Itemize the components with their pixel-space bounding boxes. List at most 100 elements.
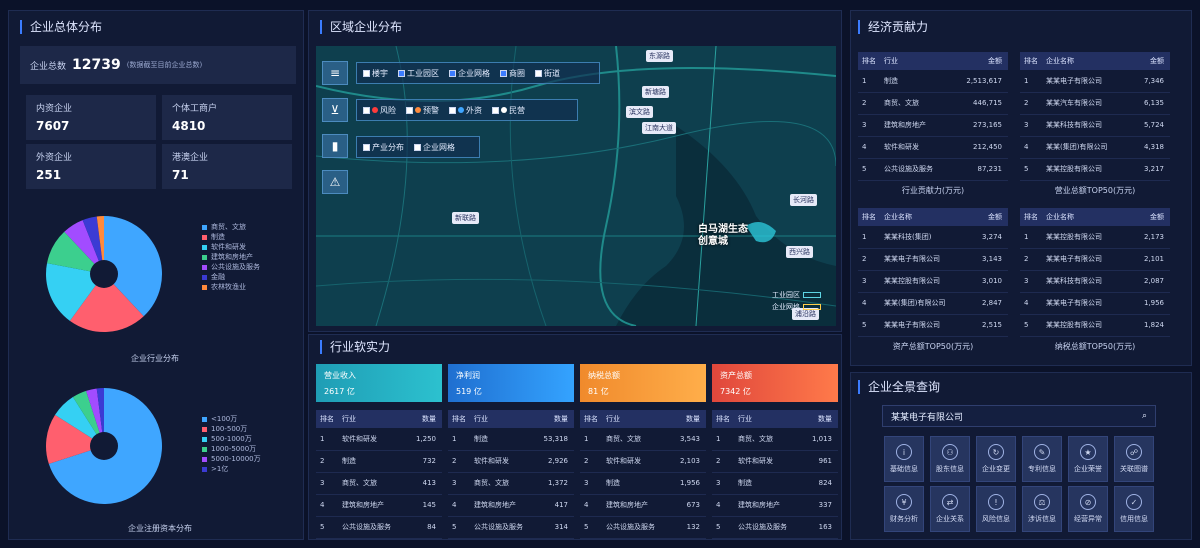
layer-business-district[interactable]: 商圈: [500, 68, 525, 79]
chart-icon[interactable]: ▮: [322, 134, 348, 158]
table-row[interactable]: 3 某某科技有限公司 5,724: [1020, 114, 1170, 137]
table-row[interactable]: 3 商贸、文旅 413: [316, 472, 442, 495]
layer-enterprise-grid[interactable]: 企业网格: [449, 68, 490, 79]
table-row[interactable]: 4 某某电子有限公司 1,956: [1020, 292, 1170, 315]
stat-industry-distribution[interactable]: 产业分布: [363, 142, 404, 153]
checkbox[interactable]: [449, 106, 456, 114]
checkbox[interactable]: [406, 106, 413, 114]
region-map[interactable]: 东源路 新塘路 滨文路 江南大道 新联路 长河路 西兴路 浦沿路 白马湖生态 创…: [316, 46, 836, 326]
table-row[interactable]: 3 建筑和房地产 273,165: [858, 114, 1008, 137]
checkbox[interactable]: [398, 69, 405, 77]
map-zone-label: 白马湖生态 创意城: [698, 224, 778, 248]
stat-enterprise-grid[interactable]: 企业网格: [414, 142, 455, 153]
industry-legend: 商贸、文旅 制造 软件和研发 建筑和房地产 公共设施及服务 金融 农林牧渔业: [202, 222, 260, 292]
table-cell: 某某电子有限公司: [1042, 292, 1128, 315]
table-row[interactable]: 5 公共设施及服务 87,231: [858, 158, 1008, 181]
query-button[interactable]: i 基础信息: [884, 436, 924, 482]
checkbox[interactable]: [449, 69, 456, 77]
filter-icon[interactable]: ⊻: [322, 98, 348, 122]
enterprise-search-input[interactable]: 某某电子有限公司 ⌕: [882, 405, 1156, 427]
table-cell: 1,372: [532, 472, 574, 495]
table-row[interactable]: 2 制造 732: [316, 450, 442, 473]
checkbox[interactable]: [363, 143, 370, 151]
filter-foreign[interactable]: 外资: [449, 105, 482, 116]
query-button[interactable]: ☍ 关联图谱: [1114, 436, 1154, 482]
query-button-label: 关联图谱: [1120, 465, 1148, 473]
table-row[interactable]: 1 制造 53,318: [448, 428, 574, 451]
table-row[interactable]: 3 制造 1,956: [580, 472, 706, 495]
checkbox[interactable]: [414, 143, 421, 151]
table-row[interactable]: 4 某某(集团)有限公司 4,318: [1020, 136, 1170, 159]
table-row[interactable]: 2 某某电子有限公司 3,143: [858, 248, 1008, 271]
table-row[interactable]: 5 公共设施及服务 84: [316, 516, 442, 539]
card-assets: 资产总额 7342 亿: [712, 364, 838, 402]
checkbox[interactable]: [535, 69, 542, 77]
table-row[interactable]: 2 某某汽车有限公司 6,135: [1020, 92, 1170, 115]
query-button[interactable]: ↻ 企业变更: [976, 436, 1016, 482]
table-row[interactable]: 3 商贸、文旅 1,372: [448, 472, 574, 495]
checkbox[interactable]: [363, 69, 370, 77]
layer-buildings[interactable]: 楼宇: [363, 68, 388, 79]
checkbox[interactable]: [500, 69, 507, 77]
query-button[interactable]: ⊘ 经营异常: [1068, 486, 1108, 532]
table-cell: 公共设施及服务: [734, 516, 801, 539]
table-cell: 某某电子有限公司: [880, 248, 968, 271]
map-legend-park: 工业园区: [772, 291, 800, 299]
table-row[interactable]: 1 制造 2,513,617: [858, 70, 1008, 93]
query-button[interactable]: ⇄ 企业关系: [930, 486, 970, 532]
table-row[interactable]: 4 建筑和房地产 145: [316, 494, 442, 517]
query-button[interactable]: ¥ 财务分析: [884, 486, 924, 532]
economy-table-1: 排名 行业 金额 1 制造 2,513,617 2 商贸、文旅 446,715 3 建筑和房地产 27…: [858, 52, 1008, 181]
query-button[interactable]: ✎ 专利信息: [1022, 436, 1062, 482]
table-row[interactable]: 4 建筑和房地产 417: [448, 494, 574, 517]
table-row[interactable]: 5 公共设施及服务 132: [580, 516, 706, 539]
query-button[interactable]: ! 风险信息: [976, 486, 1016, 532]
filter-risk[interactable]: 风险: [363, 105, 396, 116]
table-row[interactable]: 2 软件和研发 2,926: [448, 450, 574, 473]
filter-private[interactable]: 民营: [492, 105, 525, 116]
table-row[interactable]: 2 软件和研发 961: [712, 450, 838, 473]
table-row[interactable]: 4 建筑和房地产 673: [580, 494, 706, 517]
layer-street[interactable]: 街道: [535, 68, 560, 79]
map-legend: 工业园区 企业网格: [772, 290, 821, 312]
query-button[interactable]: ★ 企业荣誉: [1068, 436, 1108, 482]
table-row[interactable]: 3 某某科技有限公司 2,087: [1020, 270, 1170, 293]
table-row[interactable]: 2 商贸、文旅 446,715: [858, 92, 1008, 115]
layer-industrial-park[interactable]: 工业园区: [398, 68, 439, 79]
table-row[interactable]: 5 公共设施及服务 163: [712, 516, 838, 539]
industry-table-4: 排名 行业 数量 1 商贸、文旅 1,013 2 软件和研发 961 3 制造 824 4 建筑和房地产 3…: [712, 410, 838, 539]
table-row[interactable]: 1 某某科技(集团) 3,274: [858, 226, 1008, 249]
table-row[interactable]: 5 公共设施及服务 314: [448, 516, 574, 539]
table-row[interactable]: 5 某某电子有限公司 2,515: [858, 314, 1008, 337]
table-row[interactable]: 4 软件和研发 212,450: [858, 136, 1008, 159]
query-button[interactable]: ⚖ 涉诉信息: [1022, 486, 1062, 532]
economy-caption-4: 纳税总额TOP50(万元): [1054, 342, 1136, 351]
table-cell: 2,101: [1127, 248, 1170, 271]
table-row[interactable]: 5 某某控股有限公司 3,217: [1020, 158, 1170, 181]
legend-item: 金融: [202, 272, 260, 282]
table-row[interactable]: 3 制造 824: [712, 472, 838, 495]
table-cell: 2,847: [967, 292, 1008, 315]
table-row[interactable]: 2 某某电子有限公司 2,101: [1020, 248, 1170, 271]
warning-icon[interactable]: ⚠: [322, 170, 348, 194]
query-button[interactable]: ✓ 信用信息: [1114, 486, 1154, 532]
filter-warning[interactable]: 预警: [406, 105, 439, 116]
table-row[interactable]: 1 商贸、文旅 3,543: [580, 428, 706, 451]
table-row[interactable]: 5 某某控股有限公司 1,824: [1020, 314, 1170, 337]
table-row[interactable]: 4 某某(集团)有限公司 2,847: [858, 292, 1008, 315]
checkbox[interactable]: [363, 106, 370, 114]
query-button-label: 股东信息: [936, 465, 964, 473]
table-row[interactable]: 1 某某控股有限公司 2,173: [1020, 226, 1170, 249]
table-row[interactable]: 4 建筑和房地产 337: [712, 494, 838, 517]
table-row[interactable]: 3 某某控股有限公司 3,010: [858, 270, 1008, 293]
table-row[interactable]: 1 软件和研发 1,250: [316, 428, 442, 451]
table-row[interactable]: 1 某某电子有限公司 7,346: [1020, 70, 1170, 93]
table-cell: 132: [668, 516, 706, 539]
layers-icon[interactable]: ≡: [322, 61, 348, 85]
table-row[interactable]: 1 商贸、文旅 1,013: [712, 428, 838, 451]
table-cell: 2,173: [1127, 226, 1170, 249]
query-button[interactable]: ⚇ 股东信息: [930, 436, 970, 482]
search-icon[interactable]: ⌕: [1142, 411, 1147, 421]
table-row[interactable]: 2 软件和研发 2,103: [580, 450, 706, 473]
checkbox[interactable]: [492, 106, 499, 114]
